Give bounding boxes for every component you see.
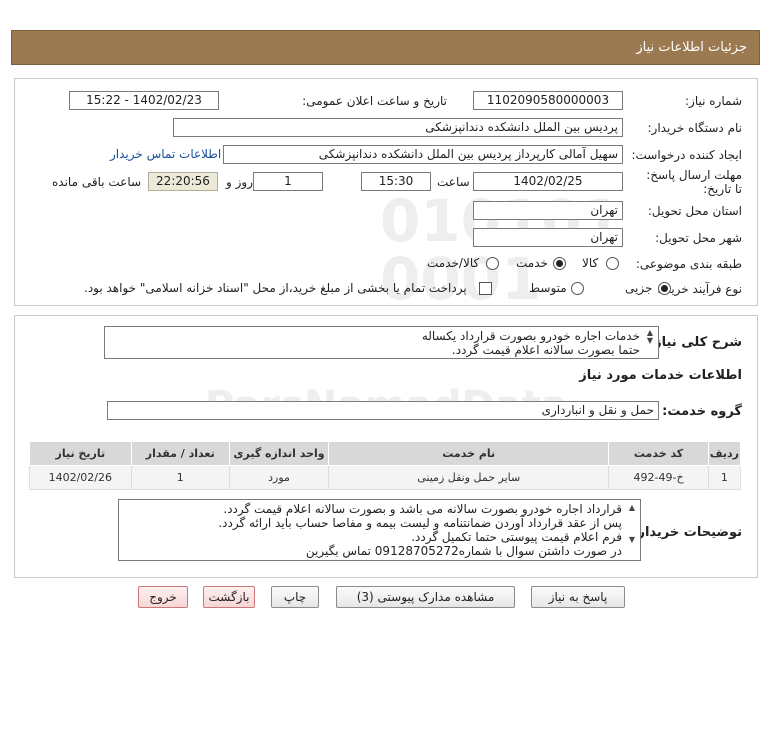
table-row: 1 خ-49-492 سایر حمل ونقل زمینی مورد 1 14… [29,465,742,490]
notes-line: قرارداد اجاره خودرو بصورت سالانه می باشد… [223,502,622,516]
cell-row: 1 [707,465,742,490]
buyer-org-label: نام دستگاه خریدار: [647,121,743,135]
notes-line: در صورت داشتن سوال با شماره09128705272 ت… [305,544,622,558]
services-table: ردیف کد خدمت نام خدمت واحد اندازه گیری ت… [29,441,742,490]
buyer-notes-label: توضیحات خریدار: [632,525,742,540]
scroll-arrows-icon[interactable]: ▲ ▼ [627,504,637,544]
category-option-goods-service: کالا/خدمت [427,256,480,270]
exit-button[interactable]: خروج [138,586,188,608]
deadline-date-field[interactable]: 1402/02/25 [473,172,623,191]
process-option-medium: متوسط [529,281,567,295]
days-label: روز و [226,175,253,189]
cell-name: سایر حمل ونقل زمینی [328,465,610,490]
cell-qty: 1 [130,465,230,490]
services-section-title: اطلاعات خدمات مورد نیاز [579,368,742,383]
treasury-checkbox[interactable] [479,282,492,295]
service-group-field[interactable]: حمل و نقل و انبارداری [107,401,659,420]
deadline-label: مهلت ارسال پاسخ: تا تاریخ: [646,168,742,196]
reply-button[interactable]: پاسخ به نیاز [531,586,625,608]
remaining-label: ساعت باقی مانده [52,175,142,189]
page-title: جزئیات اطلاعات نیاز [636,40,747,55]
category-radio-goods[interactable] [606,257,619,270]
treasury-note: پرداخت تمام یا بخشی از مبلغ خرید،از محل … [84,281,467,295]
print-button[interactable]: چاپ [271,586,319,608]
days-field[interactable]: 1 [253,172,323,191]
cell-unit: مورد [228,465,330,490]
summary-line: خدمات اجاره خودرو بصورت قرارداد یکساله [421,329,640,343]
service-group-label: گروه خدمت: [662,404,742,419]
page-header: جزئیات اطلاعات نیاز [11,30,760,65]
category-label: طبقه بندی موضوعی: [635,257,742,271]
col-unit: واحد اندازه گیری [228,441,330,466]
buyer-org-field[interactable]: پردیس بین الملل دانشکده دندانپزشکی [173,118,623,137]
creator-label: ایجاد کننده درخواست: [631,148,742,162]
process-radio-minor[interactable] [658,282,671,295]
province-label: استان محل تحویل: [647,204,742,218]
scroll-arrows-icon[interactable]: ▲ ▼ [645,329,655,345]
time-label: ساعت [437,175,470,189]
announce-label: تاریخ و ساعت اعلان عمومی: [302,94,447,108]
city-field[interactable]: تهران [473,228,623,247]
col-date: تاریخ نیاز [29,441,132,466]
category-option-service: خدمت [516,256,548,270]
category-option-goods: کالا [582,256,599,270]
creator-field[interactable]: سهیل آمالی کارپرداز پردیس بین الملل دانش… [223,145,623,164]
process-radio-medium[interactable] [571,282,584,295]
notes-line: پس از عقد قرارداد آوردن ضمانتنامه و لیست… [218,516,622,530]
province-field[interactable]: تهران [473,201,623,220]
remaining-time-field: 22:20:56 [148,172,218,191]
category-radio-service[interactable] [553,257,566,270]
summary-textarea[interactable]: ▲ ▼ خدمات اجاره خودرو بصورت قرارداد یکسال… [104,326,659,359]
deadline-time-field[interactable]: 15:30 [361,172,431,191]
need-number-field[interactable]: 1102090580000003 [473,91,623,110]
col-row: ردیف [707,441,742,466]
col-code: کد خدمت [608,441,709,466]
cell-code: خ-49-492 [608,465,709,490]
col-name: نام خدمت [328,441,610,466]
need-number-label: شماره نیاز: [685,94,742,108]
category-radio-goods-service[interactable] [486,257,499,270]
back-button[interactable]: بازگشت [203,586,255,608]
announce-field[interactable]: 1402/02/23 - 15:22 [69,91,219,110]
cell-date: 1402/02/26 [29,465,132,490]
table-header-row: ردیف کد خدمت نام خدمت واحد اندازه گیری ت… [29,441,742,466]
buyer-contact-link[interactable]: اطلاعات تماس خریدار [110,147,221,161]
buyer-notes-textarea[interactable]: ▲ ▼ قرارداد اجاره خودرو بصورت سالانه می ب… [118,499,641,561]
notes-line: فرم اعلام قیمت پیوستی حتما تکمیل گردد. [411,530,622,544]
col-qty: تعداد / مقدار [130,441,230,466]
summary-label: شرح کلی نیاز: [648,335,742,350]
process-option-minor: جزیی [625,281,653,295]
summary-line: حتما بصورت سالانه اعلام قیمت گردد. [451,343,640,357]
city-label: شهر محل تحویل: [655,231,742,245]
view-attachments-button[interactable]: مشاهده مدارک پیوستی (3) [336,586,515,608]
